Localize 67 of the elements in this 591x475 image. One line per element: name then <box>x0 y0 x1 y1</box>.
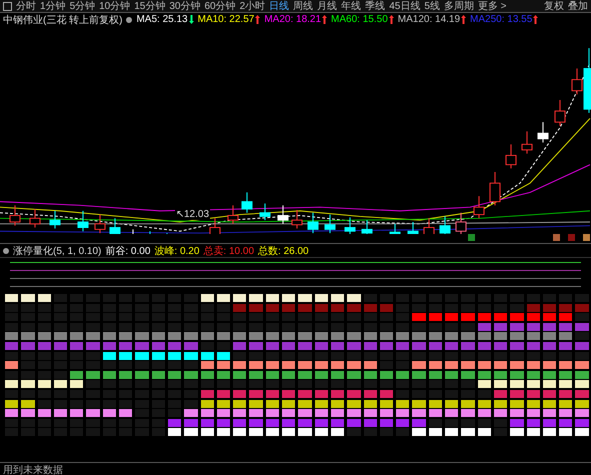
candlestick <box>308 212 318 234</box>
candlestick <box>228 204 238 224</box>
indicator-title: 涨停量化(5, 1, 0.10) <box>13 244 102 258</box>
moving-average-label: MA60: 15.50 <box>331 14 388 25</box>
candlestick <box>490 172 500 206</box>
settings-icon[interactable] <box>3 248 9 254</box>
candlestick <box>408 222 418 234</box>
indicator-value: 波峰: 0.20 <box>154 244 200 258</box>
period-tab[interactable]: 日线 <box>269 0 290 13</box>
period-tab[interactable]: 30分钟 <box>169 0 200 13</box>
square-icon[interactable] <box>468 234 475 241</box>
indicator-value: 前谷: 0.00 <box>105 244 150 258</box>
period-tab[interactable]: 1分钟 <box>40 0 66 13</box>
moving-average-label: MA5: 25.13 <box>136 14 188 25</box>
stock-title: 中钢伟业(三花 转上前复权) <box>3 14 122 26</box>
candlestick <box>278 204 288 224</box>
period-tab[interactable]: 60分钟 <box>204 0 236 13</box>
low-price-label: ↖12.03 <box>175 208 210 220</box>
candlestick <box>522 130 532 154</box>
candlestick <box>110 218 120 234</box>
period-tab[interactable]: 15分钟 <box>134 0 166 13</box>
square-icon[interactable] <box>583 234 590 241</box>
candlestick <box>390 223 400 234</box>
settings-icon[interactable] <box>126 16 132 22</box>
period-tab[interactable]: 10分钟 <box>99 0 130 13</box>
period-tab[interactable]: 多周期 <box>444 0 474 13</box>
candlestick <box>424 218 434 234</box>
candlestick <box>10 204 20 226</box>
moving-average-label: MA120: 14.19 <box>398 14 460 25</box>
candlestick <box>506 144 516 169</box>
candlestick <box>242 192 252 214</box>
period-tab[interactable]: 5线 <box>424 0 440 13</box>
candlestick <box>132 228 134 234</box>
candlestick <box>440 216 450 234</box>
indicator-value: 总卖: 10.00 <box>203 244 254 258</box>
candlestick <box>554 99 566 126</box>
moving-average-label: MA250: 13.55 <box>470 14 532 25</box>
period-tab[interactable]: 更多 > <box>478 0 506 13</box>
indicator-value: 总数: 26.00 <box>258 244 309 258</box>
period-tab[interactable]: 5分钟 <box>70 0 96 13</box>
candlestick <box>456 212 466 234</box>
period-tab[interactable]: 周线 <box>293 0 314 13</box>
candlestick <box>474 196 484 219</box>
candlestick <box>78 210 88 232</box>
period-tab[interactable]: 分时 <box>16 0 36 13</box>
toolbar-button[interactable]: 叠加 <box>568 0 588 13</box>
period-tab[interactable]: 季线 <box>365 0 386 13</box>
moving-average-label: MA10: 22.57 <box>198 14 254 25</box>
candlestick <box>260 203 270 221</box>
candlestick <box>344 216 356 234</box>
candlestick <box>324 214 336 234</box>
period-tab[interactable]: 月线 <box>317 0 338 13</box>
candlestick <box>538 122 548 143</box>
candlestick <box>30 208 40 228</box>
status-text: 用到未来数据 <box>0 462 591 475</box>
candlestick <box>94 214 106 234</box>
candlestick <box>292 209 302 229</box>
candlestick <box>362 220 372 234</box>
candlestick <box>50 210 60 229</box>
period-tab[interactable]: 2小时 <box>240 0 266 13</box>
period-tab[interactable]: 年线 <box>341 0 362 13</box>
period-tab[interactable]: 45日线 <box>389 0 420 13</box>
square-icon[interactable] <box>553 234 560 241</box>
candlestick <box>210 218 220 234</box>
moving-average-label: MA20: 18.21 <box>264 14 322 25</box>
toolbar-button[interactable]: 复权 <box>544 0 564 13</box>
window-icon <box>3 2 12 10</box>
